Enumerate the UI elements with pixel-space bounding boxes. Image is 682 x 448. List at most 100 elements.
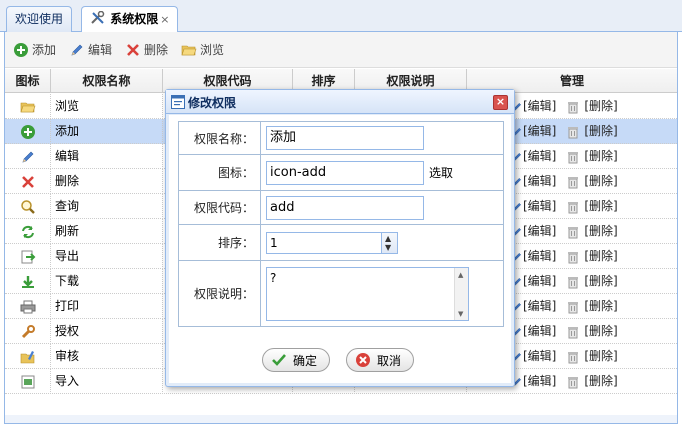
textarea-scrollbar[interactable]: ▲ ▼ [454, 267, 468, 320]
tab-system-permissions[interactable]: 系统权限 × [81, 6, 179, 33]
add-icon [20, 124, 35, 139]
row-edit-link[interactable]: [编辑] [511, 244, 556, 269]
tools-icon [91, 10, 105, 24]
row-delete-link[interactable]: [删除] [566, 319, 618, 344]
spinner-up-icon[interactable]: ▲ [385, 234, 391, 243]
trash-icon [568, 276, 579, 288]
pencil-icon [22, 151, 33, 162]
order-label: 排序： [179, 225, 261, 260]
row-delete-link[interactable]: [删除] [566, 269, 618, 294]
row-name: 查询 [51, 194, 163, 219]
scroll-down-icon[interactable]: ▼ [458, 310, 463, 318]
row-delete-link[interactable]: [删除] [566, 294, 618, 319]
row-edit-link[interactable]: [编辑] [511, 369, 556, 394]
desc-textarea[interactable]: ? ▲ ▼ [266, 266, 469, 321]
row-edit-link[interactable]: [编辑] [511, 319, 556, 344]
trash-icon [568, 201, 579, 213]
row-delete-link[interactable]: [删除] [566, 169, 618, 194]
row-delete-link[interactable]: [删除] [566, 344, 618, 369]
row-edit-link[interactable]: [编辑] [511, 94, 556, 119]
row-edit-link[interactable]: [编辑] [511, 294, 556, 319]
row-name: 打印 [51, 294, 163, 319]
code-label: 权限代码： [179, 191, 261, 224]
row-edit-link[interactable]: [编辑] [511, 144, 556, 169]
download-icon [21, 275, 34, 288]
form-row-name: 权限名称： 添加 [178, 121, 504, 155]
name-input[interactable]: 添加 [266, 126, 424, 150]
icon-label: 图标： [179, 155, 261, 190]
row-edit-link[interactable]: [编辑] [511, 194, 556, 219]
row-icon-cell [5, 169, 51, 194]
folder-open-icon [20, 102, 35, 112]
row-edit-link[interactable]: [编辑] [511, 219, 556, 244]
desc-label: 权限说明： [179, 261, 261, 326]
row-delete-link[interactable]: [删除] [566, 194, 618, 219]
delete-x-icon [21, 175, 34, 188]
row-icon-cell [5, 194, 51, 219]
trash-icon [568, 101, 579, 113]
trash-icon [568, 326, 579, 338]
row-name: 浏览 [51, 94, 163, 119]
trash-icon [568, 126, 579, 138]
add-icon [14, 43, 28, 57]
panel-footer [5, 415, 677, 423]
edit-permission-dialog: 修改权限 × 权限名称： 添加 图标： icon-add 选取 权限代码： ad… [165, 89, 515, 387]
row-delete-link[interactable]: [删除] [566, 369, 618, 394]
code-input[interactable]: add [266, 195, 424, 220]
header-name[interactable]: 权限名称 [51, 69, 163, 93]
spinner-arrows[interactable]: ▲ ▼ [381, 232, 397, 253]
tab-welcome[interactable]: 欢迎使用 [6, 6, 73, 32]
trash-icon [568, 176, 579, 188]
edit-button[interactable]: 编辑 [69, 40, 112, 60]
cancel-icon [356, 353, 370, 367]
row-delete-link[interactable]: [删除] [566, 219, 618, 244]
trash-icon [568, 376, 579, 388]
order-spinner[interactable]: 1 ▲ ▼ [266, 231, 398, 254]
refresh-icon [21, 225, 34, 238]
dialog-titlebar[interactable]: 修改权限 × [166, 90, 514, 114]
import-icon [21, 375, 34, 388]
add-button[interactable]: 添加 [13, 40, 56, 60]
close-icon[interactable]: × [493, 95, 508, 110]
audit-folder-icon [20, 350, 34, 363]
row-edit-link[interactable]: [编辑] [511, 169, 556, 194]
row-delete-link[interactable]: [删除] [566, 119, 618, 144]
trash-icon [568, 351, 579, 363]
row-name: 审核 [51, 344, 163, 369]
confirm-button[interactable]: 确定 [262, 348, 331, 372]
row-name: 删除 [51, 169, 163, 194]
dialog-body: 权限名称： 添加 图标： icon-add 选取 权限代码： add 排序： 1… [169, 115, 511, 383]
row-icon-cell [5, 369, 51, 394]
row-edit-link[interactable]: [编辑] [511, 344, 556, 369]
row-name: 导出 [51, 244, 163, 269]
browse-button[interactable]: 浏览 [181, 40, 224, 60]
row-edit-link[interactable]: [编辑] [511, 269, 556, 294]
cancel-button[interactable]: 取消 [346, 348, 415, 372]
form-row-code: 权限代码： add [178, 191, 504, 225]
icon-input[interactable]: icon-add [266, 160, 424, 185]
choose-icon-link[interactable]: 选取 [429, 164, 453, 181]
check-icon [272, 354, 286, 366]
pencil-icon [71, 44, 83, 56]
tab-close-icon[interactable]: × [160, 13, 169, 26]
row-name: 刷新 [51, 219, 163, 244]
row-icon-cell [5, 244, 51, 269]
row-edit-link[interactable]: [编辑] [511, 119, 556, 144]
row-delete-link[interactable]: [删除] [566, 144, 618, 169]
row-name: 添加 [51, 119, 163, 144]
row-icon-cell [5, 294, 51, 319]
spinner-down-icon[interactable]: ▼ [385, 243, 391, 252]
row-name: 授权 [51, 319, 163, 344]
form-row-order: 排序： 1 ▲ ▼ [178, 225, 504, 261]
header-icon[interactable]: 图标 [5, 69, 51, 93]
row-delete-link[interactable]: [删除] [566, 244, 618, 269]
row-icon-cell [5, 144, 51, 169]
delete-button[interactable]: 删除 [125, 40, 168, 60]
trash-icon [568, 251, 579, 263]
scroll-up-icon[interactable]: ▲ [458, 271, 463, 279]
row-icon-cell [5, 94, 51, 119]
search-icon [20, 199, 35, 214]
export-icon [21, 250, 35, 263]
row-delete-link[interactable]: [删除] [566, 94, 618, 119]
row-icon-cell [5, 269, 51, 294]
